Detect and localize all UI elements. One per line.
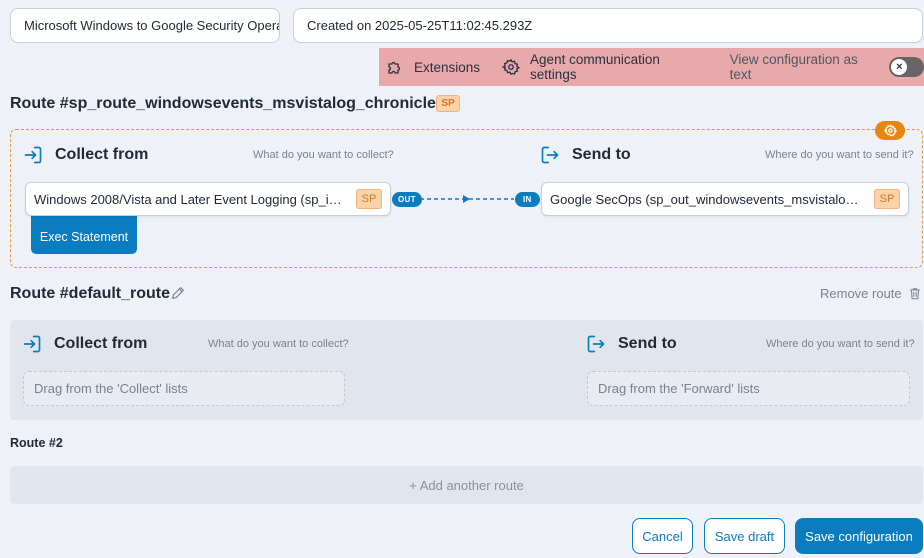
in-pill: IN [515,192,540,207]
output-module-label: Google SecOps (sp_out_windowsevents_msvi… [550,191,864,207]
send-drop-zone[interactable]: Drag from the 'Forward' lists [587,371,910,406]
route-2-collect-title: Collect from [54,335,148,352]
toggle-close-icon: × [891,59,908,75]
puzzle-icon [386,58,404,76]
route-2-send-hint: Where do you want to send it? [766,338,915,350]
save-configuration-button[interactable]: Save configuration [795,518,923,554]
sign-in-icon [23,145,43,165]
trash-icon [908,286,922,301]
sign-out-icon [586,334,606,354]
sign-in-icon [22,334,42,354]
collect-drop-zone[interactable]: Drag from the 'Collect' lists [23,371,345,406]
agent-communication-settings-label: Agent communication settings [530,52,660,82]
route-1-send-header: Send to [540,145,631,165]
route-settings-button[interactable] [875,121,905,140]
route-1-collect-title: Collect from [55,146,149,163]
route-1-title: Route #sp_route_windowsevents_msvistalog… [10,95,450,112]
route-1-input-card[interactable]: Windows 2008/Vista and Later Event Loggi… [25,182,391,216]
route-2-collect-hint: What do you want to collect? [208,338,349,350]
add-another-route-button[interactable]: + Add another route [10,466,923,504]
output-sp-badge: SP [874,189,900,209]
route-1-sp-badge: SP [436,95,460,112]
extensions-label: Extensions [414,59,481,75]
pencil-icon[interactable] [170,285,186,301]
route-3-title: Route #2 [10,436,63,450]
agent-communication-settings-button[interactable]: Agent communication settings [502,52,703,82]
remove-route-button[interactable]: Remove route [820,286,922,301]
config-name-value: Microsoft Windows to Google Security Ope… [24,18,280,33]
remove-route-label: Remove route [820,286,902,301]
route-1-collect-header: Collect from [23,145,148,165]
config-toolbar: Extensions Agent communication settings … [379,48,924,86]
gear-icon [883,124,897,137]
route-1-send-hint: Where do you want to send it? [765,149,914,161]
route-2-title: Route #default_route [10,285,171,302]
view-as-text-control[interactable]: View configuration as text × [730,52,924,82]
created-on-value: Created on 2025-05-25T11:02:45.293Z [307,18,533,33]
add-route-label: + Add another route [409,477,524,493]
send-drop-label: Drag from the 'Forward' lists [598,381,760,396]
route-2-send-title: Send to [618,335,677,352]
collect-drop-label: Drag from the 'Collect' lists [34,381,188,396]
config-name-input[interactable]: Microsoft Windows to Google Security Ope… [10,8,280,43]
gear-icon [502,58,521,76]
created-on-field[interactable]: Created on 2025-05-25T11:02:45.293Z [293,8,923,43]
save-draft-button[interactable]: Save draft [704,518,785,554]
route-2-collect-header: Collect from [22,334,147,354]
route-1-collect-hint: What do you want to collect? [253,149,394,161]
route-1-send-title: Send to [572,146,631,163]
input-module-label: Windows 2008/Vista and Later Event Loggi… [34,191,346,207]
exec-statement-button[interactable]: Exec Statement [31,216,137,254]
route-connector [420,195,514,203]
input-sp-badge: SP [356,189,382,209]
view-as-text-label: View configuration as text [729,52,858,82]
route-1-output-card[interactable]: Google SecOps (sp_out_windowsevents_msvi… [541,182,909,216]
cancel-button[interactable]: Cancel [632,518,693,554]
extensions-button[interactable]: Extensions [386,58,480,76]
view-as-text-toggle[interactable]: × [889,57,924,77]
sign-out-icon [540,145,560,165]
route-2-send-header: Send to [586,334,677,354]
